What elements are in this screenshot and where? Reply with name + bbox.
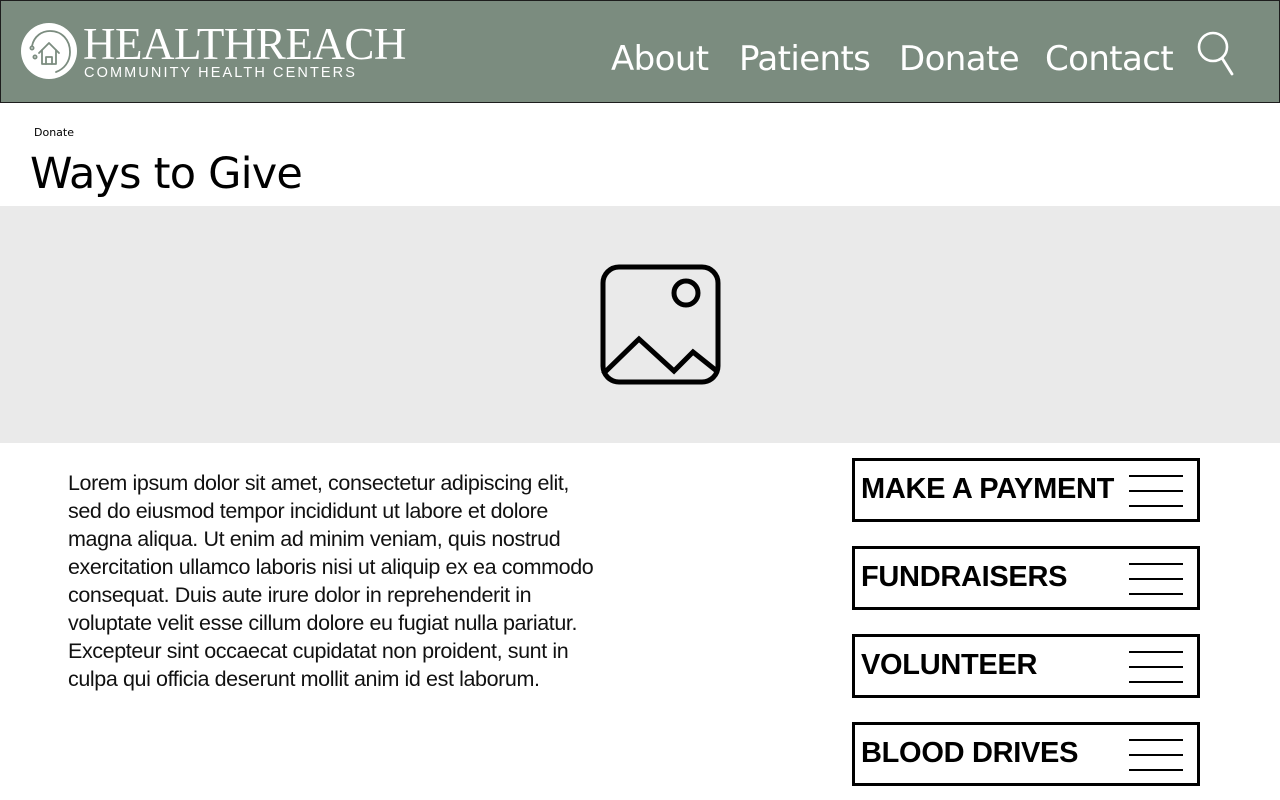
house-logo-icon (21, 23, 77, 79)
nav-contact[interactable]: Contact (1045, 38, 1174, 80)
hero-image (0, 206, 1280, 443)
make-a-payment-button[interactable]: MAKE A PAYMENT (852, 458, 1200, 522)
image-placeholder-icon (600, 264, 721, 385)
brand-tagline: COMMUNITY HEALTH CENTERS (84, 65, 358, 81)
blood-drives-label: BLOOD DRIVES (861, 737, 1079, 769)
nav-donate[interactable]: Donate (899, 38, 1020, 80)
menu-icon (1129, 739, 1183, 771)
body-text: Lorem ipsum dolor sit amet, consectetur … (68, 471, 594, 691)
nav-patients[interactable]: Patients (739, 38, 871, 80)
site-header: HEALTHREACH COMMUNITY HEALTH CENTERS Abo… (0, 0, 1280, 103)
volunteer-button[interactable]: VOLUNTEER (852, 634, 1200, 698)
search-icon (1197, 31, 1234, 76)
blood-drives-button[interactable]: BLOOD DRIVES (852, 722, 1200, 786)
breadcrumb-donate[interactable]: Donate (34, 126, 74, 140)
make-a-payment-label: MAKE A PAYMENT (861, 473, 1115, 505)
search-button[interactable] (1191, 25, 1241, 81)
page-title: Ways to Give (30, 149, 303, 199)
volunteer-label: VOLUNTEER (861, 649, 1038, 681)
menu-icon (1129, 563, 1183, 595)
fundraisers-label: FUNDRAISERS (861, 561, 1068, 593)
nav-about[interactable]: About (611, 38, 709, 80)
brand-name: HEALTHREACH (83, 19, 406, 69)
fundraisers-button[interactable]: FUNDRAISERS (852, 546, 1200, 610)
menu-icon (1129, 651, 1183, 683)
menu-icon (1129, 475, 1183, 507)
